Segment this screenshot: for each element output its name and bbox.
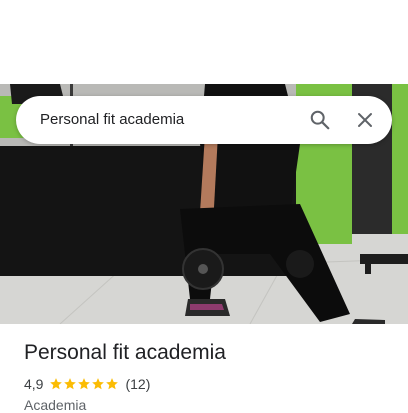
place-category: Academia [24,397,87,413]
search-input[interactable]: Personal fit academia [40,96,184,144]
star-icon [50,378,63,390]
top-blank-area [0,0,408,84]
review-count[interactable]: (12) [125,376,150,392]
close-button[interactable] [345,100,385,140]
star-icon [64,378,77,390]
close-icon [358,113,372,127]
star-icon [78,378,91,390]
star-icon [92,378,105,390]
search-bar[interactable]: Personal fit academia [16,96,392,144]
search-icon [310,110,330,130]
search-button[interactable] [300,100,340,140]
place-title: Personal fit academia [24,341,226,364]
star-icon [106,378,119,390]
rating-value: 4,9 [24,376,44,392]
rating-stars [49,377,119,391]
rating-row[interactable]: 4,9 (12) [24,375,150,393]
